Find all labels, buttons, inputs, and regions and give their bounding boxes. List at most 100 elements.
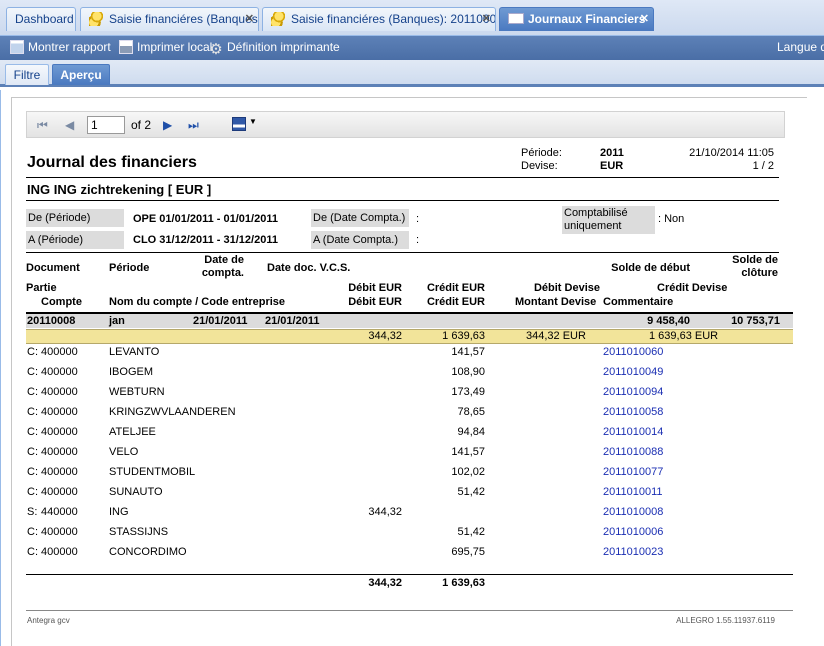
doc-date-doc: 21/01/2011 — [265, 315, 320, 327]
line-account-name: LEVANTO — [109, 346, 160, 358]
next-page-icon[interactable]: ▶ — [163, 118, 172, 132]
close-icon[interactable]: ✕ — [640, 8, 649, 30]
tab-label: Dashboard — [15, 12, 74, 26]
tab-bar: Dashboard Saisie financiéres (Banques) ✕… — [0, 0, 824, 36]
report-datetime: 21/10/2014 11:05 — [689, 147, 774, 159]
tab-filter[interactable]: Filtre — [5, 64, 49, 85]
col-compte: Compte — [41, 296, 82, 308]
tab-preview-label: Aperçu — [60, 68, 102, 82]
tab-filter-label: Filtre — [13, 68, 41, 82]
chevron-down-icon[interactable]: ▼ — [249, 117, 257, 126]
line-compte: 400000 — [41, 426, 78, 438]
report-navigation-toolbar: ⏮ ◀ of 2 ▶ ⏭ ▼ — [26, 111, 785, 138]
line-comment-link[interactable]: 2011010011 — [603, 486, 663, 498]
printer-definition-label: Définition imprimante — [227, 40, 340, 54]
close-icon[interactable]: ✕ — [245, 8, 254, 30]
line-partie: C: — [27, 346, 38, 358]
close-icon[interactable]: ✕ — [482, 8, 491, 30]
line-partie: C: — [27, 526, 38, 538]
tab-saisie-banques-20110008[interactable]: Saisie financiéres (Banques): 20110008 ✕ — [262, 7, 496, 31]
posted-only-label-line1: Comptabilisé — [564, 207, 628, 219]
divider — [26, 574, 793, 575]
col-commentaire: Commentaire — [603, 296, 674, 308]
save-icon[interactable] — [232, 117, 246, 131]
divider — [26, 177, 779, 178]
previous-page-icon[interactable]: ◀ — [65, 118, 74, 132]
report-viewer: ⏮ ◀ of 2 ▶ ⏭ ▼ Journal des financiers Pé… — [0, 90, 824, 646]
line-partie: C: — [27, 366, 38, 378]
col-montant-devise: Montant Devise — [515, 296, 597, 308]
line-partie: C: — [27, 426, 38, 438]
line-compte: 400000 — [41, 486, 78, 498]
line-comment-link[interactable]: 2011010006 — [603, 526, 663, 538]
doc-total-credit-devise: 1 639,63 EUR — [649, 330, 719, 342]
col-date-compta-line1: Date de — [204, 254, 244, 266]
line-comment-link[interactable]: 2011010088 — [603, 446, 663, 458]
col-document: Document — [26, 262, 80, 274]
grand-total-debit: 344,32 — [368, 577, 402, 589]
line-comment-link[interactable]: 2011010077 — [603, 466, 663, 478]
line-account-name: CONCORDIMO — [109, 546, 187, 558]
col-debit-eur-2: Débit EUR — [348, 296, 402, 308]
line-credit: 51,42 — [457, 486, 485, 498]
col-debit-eur: Débit EUR — [348, 282, 402, 294]
col-credit-eur: Crédit EUR — [426, 282, 485, 294]
divider — [26, 252, 779, 253]
from-period-label: De (Période) — [26, 209, 124, 227]
line-comment-link[interactable]: 2011010060 — [603, 346, 663, 358]
line-account-name: ATELJEE — [109, 426, 156, 438]
language-button[interactable]: Langue du — [777, 40, 824, 54]
devise-label: Devise: — [521, 160, 558, 172]
posted-only-label-line2: uniquement — [564, 220, 622, 232]
tab-label: Journaux Financiers — [528, 12, 646, 26]
col-debit-devise: Débit Devise — [533, 282, 600, 294]
line-credit: 141,57 — [451, 346, 485, 358]
line-account-name: WEBTURN — [109, 386, 165, 398]
doc-total-credit: 1 639,63 — [442, 330, 485, 342]
report-title: Journal des financiers — [27, 154, 197, 171]
from-date-label: De (Date Compta.) — [311, 209, 409, 227]
line-comment-link[interactable]: 2011010023 — [603, 546, 663, 558]
tab-label: Saisie financiéres (Banques) — [109, 12, 259, 26]
line-comment-link[interactable]: 2011010094 — [603, 386, 663, 398]
show-report-button[interactable]: Montrer rapport — [10, 40, 111, 54]
line-partie: C: — [27, 406, 38, 418]
line-comment-link[interactable]: 2011010008 — [603, 506, 663, 518]
page-count-label: of 2 — [131, 118, 152, 132]
col-solde-cloture-line1: Solde de — [732, 254, 778, 266]
language-label: Langue du — [777, 40, 824, 54]
line-account-name: ING — [109, 506, 129, 518]
tab-dashboard[interactable]: Dashboard — [6, 7, 76, 31]
page-number-input[interactable] — [87, 116, 125, 134]
line-account-name: SUNAUTO — [109, 486, 163, 498]
line-account-name: STASSIJNS — [109, 526, 169, 538]
printer-icon — [119, 40, 133, 54]
last-page-icon[interactable]: ⏭ — [188, 118, 199, 133]
tab-saisie-banques[interactable]: Saisie financiéres (Banques) ✕ — [80, 7, 259, 31]
first-page-icon[interactable]: ⏮ — [37, 118, 48, 133]
col-solde-cloture-line2: clôture — [741, 267, 778, 279]
line-comment-link[interactable]: 2011010014 — [603, 426, 663, 438]
from-period-value: OPE 01/01/2011 - 01/01/2011 — [133, 213, 278, 225]
line-credit: 78,65 — [457, 406, 485, 418]
doc-periode: jan — [109, 315, 125, 327]
line-comment-link[interactable]: 2011010058 — [603, 406, 663, 418]
print-local-button[interactable]: Imprimer local — [119, 40, 212, 54]
line-compte: 400000 — [41, 346, 78, 358]
line-credit: 141,57 — [451, 446, 485, 458]
show-report-label: Montrer rapport — [28, 40, 111, 54]
line-credit: 108,90 — [451, 366, 485, 378]
tab-preview[interactable]: Aperçu — [52, 64, 110, 85]
grand-total-credit: 1 639,63 — [442, 577, 485, 589]
printer-definition-button[interactable]: ⚙ Définition imprimante — [209, 40, 340, 57]
line-credit: 695,75 — [451, 546, 485, 558]
line-compte: 400000 — [41, 546, 78, 558]
tab-label: Saisie financiéres (Banques): 20110008 — [291, 12, 496, 26]
line-comment-link[interactable]: 2011010049 — [603, 366, 663, 378]
print-local-label: Imprimer local — [137, 40, 213, 54]
line-partie: C: — [27, 486, 38, 498]
tab-journaux-financiers[interactable]: Journaux Financiers ✕ — [499, 7, 654, 31]
to-period-label: A (Période) — [26, 231, 124, 249]
doc-total-debit-devise: 344,32 EUR — [526, 330, 586, 342]
from-date-value: : — [416, 213, 420, 225]
